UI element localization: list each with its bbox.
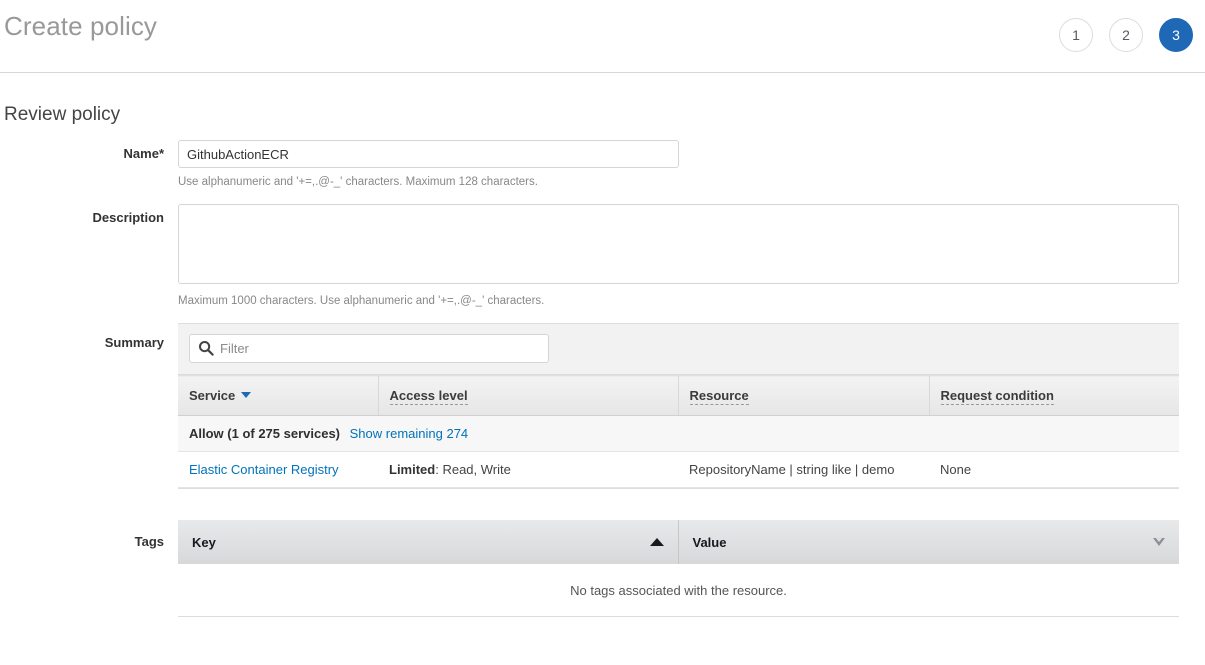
description-hint: Maximum 1000 characters. Use alphanumeri… bbox=[178, 295, 1205, 307]
summary-group-cell: Allow (1 of 275 services) Show remaining… bbox=[178, 416, 1179, 452]
allow-group-label: Allow (1 of 275 services) bbox=[189, 426, 340, 441]
service-link-elastic-container-registry[interactable]: Elastic Container Registry bbox=[189, 462, 339, 477]
page-title: Create policy bbox=[4, 11, 157, 42]
name-hint: Use alphanumeric and '+=,.@-_' character… bbox=[178, 176, 1205, 188]
summary-table-header-row: Service Access level Resource Request co… bbox=[178, 376, 1179, 416]
wizard-step-3[interactable]: 3 bbox=[1159, 18, 1193, 52]
description-label: Description bbox=[0, 204, 178, 307]
cell-resource: RepositoryName | string like | demo bbox=[678, 452, 929, 488]
summary-filter-input[interactable] bbox=[189, 334, 549, 363]
filter-wrap bbox=[189, 334, 549, 363]
show-remaining-link[interactable]: Show remaining 274 bbox=[350, 426, 469, 441]
sort-ascending-icon bbox=[650, 538, 664, 546]
tags-row: Tags Key bbox=[0, 520, 1205, 617]
summary-toolbar bbox=[178, 324, 1179, 375]
name-field-body: Use alphanumeric and '+=,.@-_' character… bbox=[178, 140, 1205, 188]
column-header-service[interactable]: Service bbox=[178, 376, 378, 416]
wizard-header: Create policy 1 2 3 bbox=[0, 0, 1205, 73]
policy-name-input[interactable] bbox=[178, 140, 679, 168]
column-header-key-label: Key bbox=[192, 535, 216, 550]
tags-empty-message: No tags associated with the resource. bbox=[178, 564, 1179, 617]
column-header-value[interactable]: Value bbox=[678, 520, 1179, 564]
wizard-step-2[interactable]: 2 bbox=[1109, 18, 1143, 52]
tags-label: Tags bbox=[0, 520, 178, 617]
wizard-step-1[interactable]: 1 bbox=[1059, 18, 1093, 52]
name-row: Name* Use alphanumeric and '+=,.@-_' cha… bbox=[0, 140, 1205, 188]
summary-table: Service Access level Resource Request co… bbox=[178, 375, 1179, 488]
tags-table-header-row: Key Value bbox=[178, 520, 1179, 564]
tags-field-body: Key Value bbox=[178, 520, 1205, 617]
access-level-rest: : Read, Write bbox=[435, 462, 511, 477]
cell-request-condition: None bbox=[929, 452, 1179, 488]
column-header-resource[interactable]: Resource bbox=[678, 376, 929, 416]
summary-field-body: Service Access level Resource Request co… bbox=[178, 323, 1205, 489]
policy-description-textarea[interactable] bbox=[178, 204, 1179, 284]
tags-table: Key Value bbox=[178, 520, 1179, 564]
wizard-step-indicator: 1 2 3 bbox=[1059, 18, 1193, 52]
description-row: Description Maximum 1000 characters. Use… bbox=[0, 204, 1205, 307]
summary-group-row: Allow (1 of 275 services) Show remaining… bbox=[178, 416, 1179, 452]
section-heading: Review policy bbox=[4, 104, 120, 126]
create-policy-page: Create policy 1 2 3 Review policy Name* … bbox=[0, 0, 1205, 665]
sort-descending-icon bbox=[241, 392, 251, 398]
column-header-request-condition[interactable]: Request condition bbox=[929, 376, 1179, 416]
summary-panel: Service Access level Resource Request co… bbox=[178, 323, 1179, 489]
column-header-resource-label: Resource bbox=[690, 388, 749, 405]
column-header-request-condition-label: Request condition bbox=[941, 388, 1054, 405]
column-header-access-level[interactable]: Access level bbox=[378, 376, 678, 416]
column-header-access-level-label: Access level bbox=[390, 388, 468, 405]
column-header-key[interactable]: Key bbox=[178, 520, 678, 564]
table-row: Elastic Container Registry Limited: Read… bbox=[178, 452, 1179, 488]
access-level-prefix: Limited bbox=[389, 462, 435, 477]
summary-row: Summary bbox=[0, 323, 1205, 489]
description-field-body: Maximum 1000 characters. Use alphanumeri… bbox=[178, 204, 1205, 307]
name-label: Name* bbox=[0, 140, 178, 188]
summary-label: Summary bbox=[0, 323, 178, 489]
cell-service: Elastic Container Registry bbox=[178, 452, 378, 488]
column-header-service-label: Service bbox=[189, 388, 235, 403]
column-header-value-label: Value bbox=[693, 535, 727, 550]
review-policy-form: Name* Use alphanumeric and '+=,.@-_' cha… bbox=[0, 140, 1205, 617]
sort-none-icon bbox=[1153, 538, 1165, 546]
cell-access-level: Limited: Read, Write bbox=[378, 452, 678, 488]
